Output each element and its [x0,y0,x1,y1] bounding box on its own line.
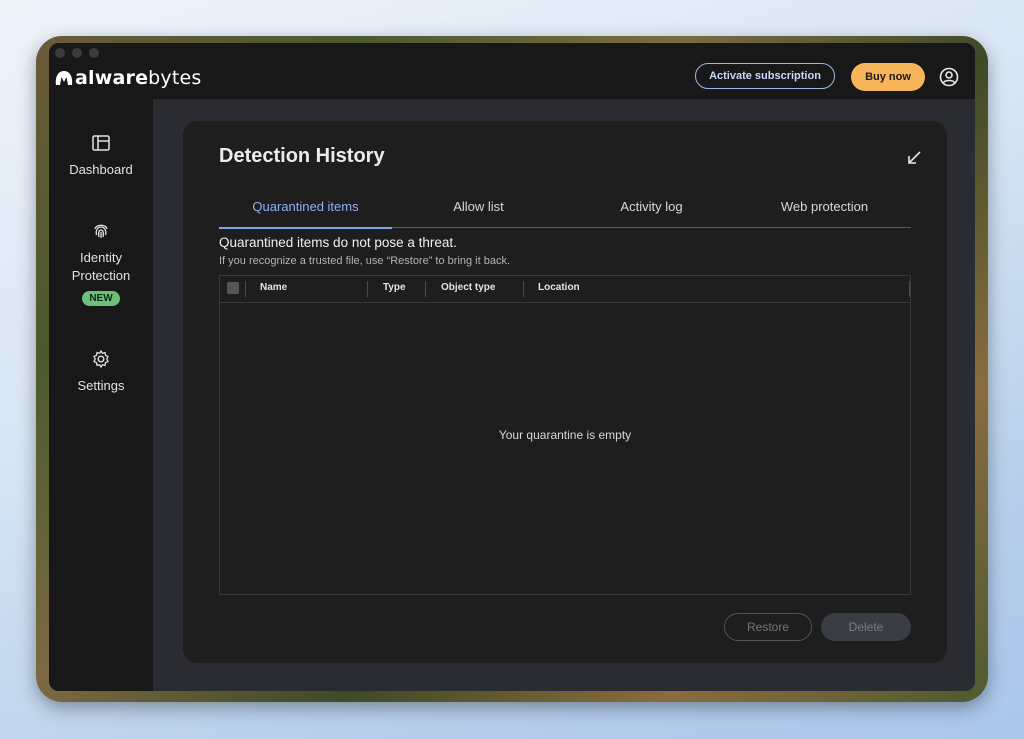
malwarebytes-logo-icon [55,71,73,85]
activate-subscription-button[interactable]: Activate subscription [695,63,835,89]
app-logo: alware bytes [54,67,202,89]
column-divider[interactable] [245,281,246,297]
tab-allow-list[interactable]: Allow list [392,197,565,227]
column-header-location[interactable]: Location [538,282,580,293]
delete-button[interactable]: Delete [821,613,911,641]
fingerprint-icon [94,224,108,238]
device-frame: alware bytes Activate subscription Buy no… [36,36,988,702]
sidebar-item-label: Identity Protection [71,250,131,283]
column-divider[interactable] [425,281,426,297]
tab-activity-log[interactable]: Activity log [565,197,738,227]
app-window: alware bytes Activate subscription Buy no… [49,43,975,691]
sidebar-item-dashboard[interactable]: Dashboard [49,133,153,179]
column-header-name[interactable]: Name [260,282,287,293]
column-header-type[interactable]: Type [383,282,406,293]
tab-quarantined-items[interactable]: Quarantined items [219,197,392,229]
close-window-button[interactable] [55,48,65,58]
quarantine-table: Name Type Object type Location Your quar… [219,275,911,595]
select-all-checkbox[interactable] [227,282,239,294]
page-title: Detection History [219,145,385,167]
brand-name-light: bytes [148,67,202,89]
top-bar: alware bytes Activate subscription Buy no… [49,43,975,99]
user-account-icon[interactable] [939,67,959,87]
zoom-window-button[interactable] [89,48,99,58]
buy-now-button[interactable]: Buy now [851,63,925,91]
sidebar: Dashboard Identity Protection NEW Settin… [49,99,153,691]
sidebar-item-label: Settings [77,378,125,393]
tab-bar: Quarantined items Allow list Activity lo… [219,197,911,229]
column-divider[interactable] [523,281,524,297]
column-divider[interactable] [367,281,368,297]
gear-icon [93,349,109,369]
new-badge: NEW [82,291,120,306]
minimize-window-button[interactable] [72,48,82,58]
arrow-down-left-icon[interactable] [907,151,921,165]
sidebar-item-identity-protection[interactable]: Identity Protection NEW [49,221,153,306]
column-divider [909,281,910,297]
info-title: Quarantined items do not pose a threat. [219,235,457,250]
tab-web-protection[interactable]: Web protection [738,197,911,227]
sidebar-item-label: Dashboard [69,162,133,177]
detection-history-card: Detection History Quarantined items Allo… [183,121,947,663]
restore-button[interactable]: Restore [724,613,812,641]
table-header: Name Type Object type Location [220,276,910,303]
window-controls [55,48,99,58]
main-content: Detection History Quarantined items Allo… [153,99,975,691]
empty-state-message: Your quarantine is empty [498,428,632,442]
brand-name-bold: alware [75,67,149,89]
sidebar-item-settings[interactable]: Settings [49,349,153,395]
dashboard-icon [92,135,110,151]
column-header-object-type[interactable]: Object type [441,282,495,293]
info-subtitle: If you recognize a trusted file, use “Re… [219,255,511,267]
